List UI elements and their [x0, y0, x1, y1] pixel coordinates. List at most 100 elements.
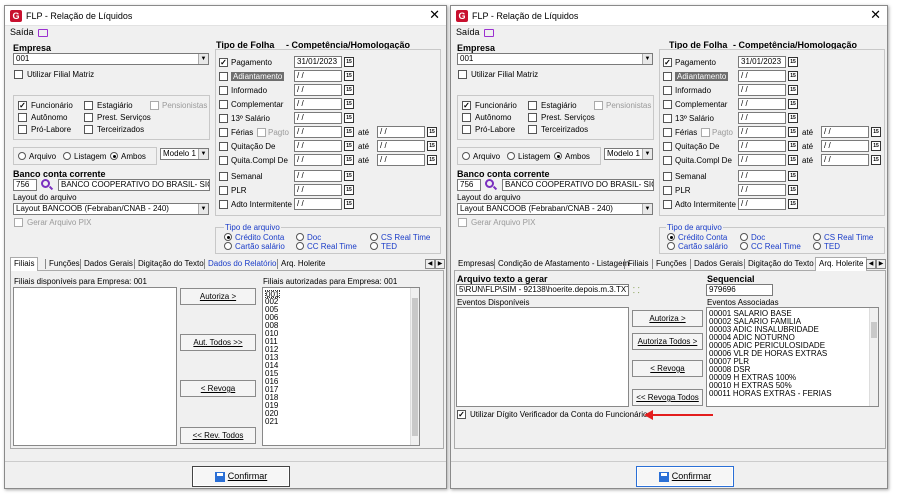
- complementar-checkbox[interactable]: [663, 100, 672, 109]
- eventos-associadas-list[interactable]: 00001 SALARIO BASE 00002 SALARIO FAMILIA 0…: [706, 307, 879, 407]
- prolabore-checkbox[interactable]: [18, 125, 27, 134]
- confirmar-button[interactable]: Confirmar: [636, 466, 734, 487]
- tab-next-icon[interactable]: ▶: [876, 259, 886, 269]
- terceirizados-checkbox[interactable]: [528, 125, 537, 134]
- list-item[interactable]: 021: [265, 418, 280, 426]
- modelo-select[interactable]: Modelo 1 ▼: [604, 148, 653, 160]
- pensionistas-checkbox[interactable]: [150, 101, 159, 110]
- autoriza-todos-button[interactable]: Autoriza Todos >: [632, 333, 703, 350]
- adiantamento-date-field[interactable]: / /: [738, 70, 786, 82]
- estagiario-checkbox[interactable]: [528, 101, 537, 110]
- tab-dados-relatorio[interactable]: Dados do Relatório: [204, 257, 280, 270]
- tab-funcoes[interactable]: Funções: [45, 257, 84, 270]
- ambos-radio[interactable]: [110, 152, 118, 160]
- listagem-radio[interactable]: [63, 152, 71, 160]
- calendar-icon[interactable]: 15: [344, 141, 354, 151]
- calendar-icon[interactable]: 15: [427, 155, 437, 165]
- search-icon[interactable]: [41, 179, 50, 188]
- calendar-icon[interactable]: 15: [788, 57, 798, 67]
- calendar-icon[interactable]: 15: [427, 127, 437, 137]
- ferias-date-field[interactable]: / /: [738, 126, 786, 138]
- gerar-pix-checkbox[interactable]: [458, 218, 467, 227]
- autoriza-button[interactable]: Autoriza >: [632, 310, 703, 327]
- empresa-select[interactable]: 001 ▼: [457, 53, 653, 65]
- quitacao-checkbox[interactable]: [663, 142, 672, 151]
- calendar-icon[interactable]: 15: [788, 127, 798, 137]
- calendar-icon[interactable]: 15: [344, 99, 354, 109]
- calendar-icon[interactable]: 15: [344, 155, 354, 165]
- plr-checkbox[interactable]: [663, 186, 672, 195]
- cartao-salario-radio[interactable]: [224, 242, 232, 250]
- prolabore-checkbox[interactable]: [462, 125, 471, 134]
- prest-servicos-checkbox[interactable]: [528, 113, 537, 122]
- calendar-icon[interactable]: 15: [344, 185, 354, 195]
- calendar-icon[interactable]: 15: [788, 113, 798, 123]
- credito-conta-radio[interactable]: [667, 233, 675, 241]
- calendar-icon[interactable]: 15: [788, 199, 798, 209]
- menu-saida[interactable]: Saída: [10, 27, 34, 37]
- ted-radio[interactable]: [813, 242, 821, 250]
- adiantamento-date-field[interactable]: / /: [294, 70, 342, 82]
- calendar-icon[interactable]: 15: [788, 85, 798, 95]
- complementar-checkbox[interactable]: [219, 100, 228, 109]
- tab-funcoes[interactable]: Funções: [652, 257, 691, 270]
- quitacompl-date-field[interactable]: / /: [738, 154, 786, 166]
- informado-checkbox[interactable]: [663, 86, 672, 95]
- tab-filiais[interactable]: Filiais: [624, 257, 652, 270]
- filial-matriz-checkbox[interactable]: [458, 70, 467, 79]
- pagto-checkbox[interactable]: [257, 128, 266, 137]
- informado-date-field[interactable]: / /: [738, 84, 786, 96]
- pagamento-date-field[interactable]: 31/01/2023: [738, 56, 786, 68]
- plr-date-field[interactable]: / /: [294, 184, 342, 196]
- tab-prev-icon[interactable]: ◀: [425, 259, 435, 269]
- revoga-button[interactable]: < Revoga: [180, 380, 256, 397]
- listagem-radio[interactable]: [507, 152, 515, 160]
- calendar-icon[interactable]: 15: [871, 155, 881, 165]
- calendar-icon[interactable]: 15: [788, 71, 798, 81]
- plr-date-field[interactable]: / /: [738, 184, 786, 196]
- pagto-checkbox[interactable]: [701, 128, 710, 137]
- tab-filiais[interactable]: Filiais: [10, 257, 39, 271]
- quitacompl-end-date-field[interactable]: / /: [377, 154, 425, 166]
- revoga-todos-button[interactable]: << Revoga Todos: [632, 389, 703, 406]
- prest-servicos-checkbox[interactable]: [84, 113, 93, 122]
- tab-empresas[interactable]: Empresas: [454, 257, 498, 270]
- funcionario-checkbox[interactable]: ✓: [18, 101, 27, 110]
- estagiario-checkbox[interactable]: [84, 101, 93, 110]
- calendar-icon[interactable]: 15: [427, 141, 437, 151]
- pagamento-checkbox[interactable]: ✓: [219, 58, 228, 67]
- folder-tree-icon[interactable]: ⸬: [633, 285, 644, 296]
- autoriza-todos-button[interactable]: Aut. Todos >>: [180, 334, 256, 351]
- autoriza-button[interactable]: Autoriza >: [180, 288, 256, 305]
- pagamento-checkbox[interactable]: ✓: [663, 58, 672, 67]
- cc-real-time-radio[interactable]: [740, 242, 748, 250]
- tab-dados-gerais[interactable]: Dados Gerais: [690, 257, 747, 270]
- informado-checkbox[interactable]: [219, 86, 228, 95]
- quitacao-checkbox[interactable]: [219, 142, 228, 151]
- calendar-icon[interactable]: 15: [788, 185, 798, 195]
- quitacao-end-date-field[interactable]: / /: [821, 140, 869, 152]
- ted-radio[interactable]: [370, 242, 378, 250]
- calendar-icon[interactable]: 15: [788, 141, 798, 151]
- doc-radio[interactable]: [740, 233, 748, 241]
- tab-next-icon[interactable]: ▶: [435, 259, 445, 269]
- ferias-end-date-field[interactable]: / /: [377, 126, 425, 138]
- ferias-end-date-field[interactable]: / /: [821, 126, 869, 138]
- calendar-icon[interactable]: 15: [344, 171, 354, 181]
- terceirizados-checkbox[interactable]: [84, 125, 93, 134]
- autonomo-checkbox[interactable]: [18, 113, 27, 122]
- tab-condicao-afastamento[interactable]: Condição de Afastamento - Listagem: [494, 257, 633, 270]
- calendar-icon[interactable]: 15: [344, 199, 354, 209]
- adiantamento-checkbox[interactable]: [219, 72, 228, 81]
- scrollbar[interactable]: [869, 308, 878, 406]
- digito-verificador-checkbox[interactable]: ✓: [457, 410, 466, 419]
- revoga-todos-button[interactable]: << Rev. Todos: [180, 427, 256, 444]
- arquivo-radio[interactable]: [462, 152, 470, 160]
- quitacao-date-field[interactable]: / /: [294, 140, 342, 152]
- close-button[interactable]: ✕: [870, 8, 881, 22]
- quitacompl-end-date-field[interactable]: / /: [821, 154, 869, 166]
- layout-select[interactable]: Layout BANCOOB (Febraban/CNAB - 240) ▼: [13, 203, 209, 215]
- confirmar-button[interactable]: Confirmar: [192, 466, 290, 487]
- tab-arq-holerite[interactable]: Arq. Holerite: [277, 257, 329, 270]
- cartao-salario-radio[interactable]: [667, 242, 675, 250]
